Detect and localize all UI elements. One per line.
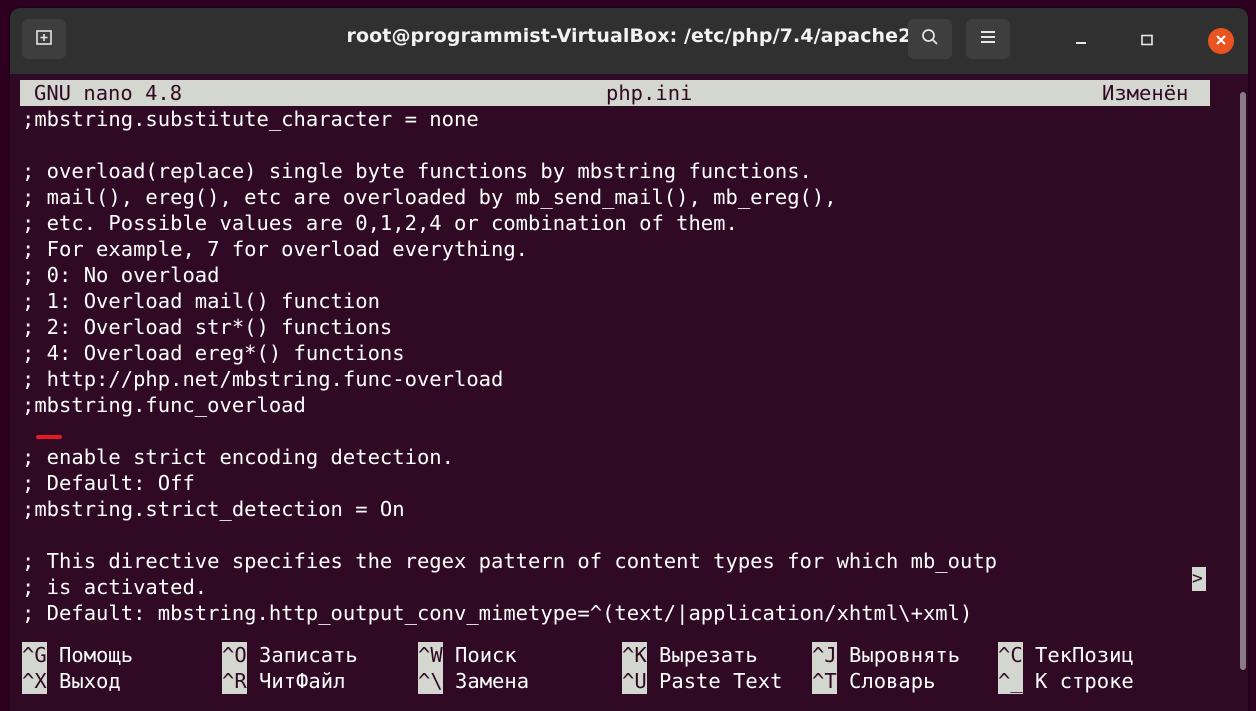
editor-line[interactable]: ; 2: Overload str*() functions: [22, 314, 392, 340]
editor-line[interactable]: ; http://php.net/mbstring.func-overload: [22, 366, 503, 392]
editor-line[interactable]: ; 0: No overload: [22, 262, 219, 288]
editor-line[interactable]: ;mbstring.substitute_character = none: [22, 106, 479, 132]
search-button[interactable]: [908, 19, 952, 59]
minimize-button[interactable]: [1066, 26, 1096, 56]
shortcut-key: ^U: [622, 668, 647, 694]
shortcut-key: ^W: [418, 642, 443, 668]
shortcut-label: Paste Text: [659, 669, 783, 693]
shortcut-item[interactable]: ^R ЧитФайл: [222, 668, 345, 694]
shortcut-item[interactable]: ^X Выход: [22, 668, 121, 694]
maximize-button[interactable]: [1132, 26, 1162, 56]
shortcut-label: Выход: [59, 669, 121, 693]
editor-line[interactable]: ; For example, 7 for overload everything…: [22, 236, 528, 262]
shortcut-item[interactable]: ^G Помощь: [22, 642, 133, 668]
editor-line[interactable]: ; This directive specifies the regex pat…: [22, 548, 997, 574]
shortcut-item[interactable]: ^\ Замена: [418, 668, 529, 694]
editor-line[interactable]: ; overload(replace) single byte function…: [22, 158, 812, 184]
shortcut-label: Замена: [455, 669, 530, 693]
shortcut-item[interactable]: ^U Paste Text: [622, 668, 782, 694]
editor-line[interactable]: ; etc. Possible values are 0,1,2,4 or co…: [22, 210, 738, 236]
title-bar[interactable]: root@programmist-VirtualBox: /etc/php/7.…: [10, 8, 1248, 74]
editor-line[interactable]: ; Default: Off: [22, 470, 195, 496]
shortcut-item[interactable]: ^O Записать: [222, 642, 358, 668]
menu-button[interactable]: [966, 19, 1010, 59]
terminal-window: root@programmist-VirtualBox: /etc/php/7.…: [10, 8, 1248, 711]
editor-line[interactable]: ; mail(), ereg(), etc are overloaded by …: [22, 184, 837, 210]
nano-version: GNU nano 4.8: [34, 81, 183, 105]
shortcut-key: ^T: [812, 668, 837, 694]
shortcut-key: ^O: [222, 642, 247, 668]
nano-filename: php.ini: [606, 81, 693, 105]
shortcut-item[interactable]: ^C ТекПозиц: [998, 642, 1134, 668]
editor-line[interactable]: ; 1: Overload mail() function: [22, 288, 380, 314]
terminal-content[interactable]: GNU nano 4.8 php.ini Изменён ;mbstring.s…: [10, 74, 1248, 711]
shortcut-item[interactable]: ^_ К строке: [998, 668, 1134, 694]
shortcut-key: ^K: [622, 642, 647, 668]
text-cursor: [36, 435, 62, 439]
minimize-icon: [1074, 31, 1088, 52]
shortcut-item[interactable]: ^T Словарь: [812, 668, 935, 694]
shortcut-label: Вырезать: [659, 643, 758, 667]
shortcut-key: ^R: [222, 668, 247, 694]
scrollbar[interactable]: [1240, 92, 1246, 670]
shortcut-label: ТекПозиц: [1035, 643, 1134, 667]
shortcut-label: Словарь: [849, 669, 936, 693]
shortcut-key: ^X: [22, 668, 47, 694]
shortcut-key: ^_: [998, 668, 1023, 694]
shortcut-key: ^G: [22, 642, 47, 668]
shortcut-item[interactable]: ^J Выровнять: [812, 642, 960, 668]
editor-line[interactable]: ; Default: mbstring.http_output_conv_mim…: [22, 600, 972, 626]
window-title: root@programmist-VirtualBox: /etc/php/7.…: [346, 25, 912, 47]
shortcut-item[interactable]: ^K Вырезать: [622, 642, 758, 668]
shortcut-key: ^C: [998, 642, 1023, 668]
close-icon: [1215, 32, 1227, 50]
shortcut-label: Поиск: [455, 643, 517, 667]
nano-status: Изменён: [1102, 81, 1189, 105]
editor-line[interactable]: ; is activated.: [22, 574, 207, 600]
editor-line[interactable]: ;mbstring.func_overload: [22, 392, 306, 418]
shortcut-label: Помощь: [59, 643, 134, 667]
editor-line[interactable]: ; 4: Overload ereg*() functions: [22, 340, 405, 366]
shortcut-key: ^J: [812, 642, 837, 668]
close-button[interactable]: [1208, 28, 1234, 54]
line-overflow-marker: >: [1192, 567, 1206, 591]
shortcut-label: ЧитФайл: [259, 669, 346, 693]
shortcut-item[interactable]: ^W Поиск: [418, 642, 517, 668]
shortcut-key: ^\: [418, 668, 443, 694]
shortcut-label: Записать: [259, 643, 358, 667]
shortcut-label: Выровнять: [849, 643, 961, 667]
nano-header-bar: GNU nano 4.8 php.ini Изменён: [20, 80, 1210, 106]
editor-line[interactable]: ;mbstring.strict_detection = On: [22, 496, 405, 522]
editor-line[interactable]: ; enable strict encoding detection.: [22, 444, 454, 470]
maximize-icon: [1140, 31, 1154, 52]
shortcut-label: К строке: [1035, 669, 1134, 693]
search-icon: [921, 28, 939, 51]
hamburger-menu-icon: [979, 29, 997, 50]
